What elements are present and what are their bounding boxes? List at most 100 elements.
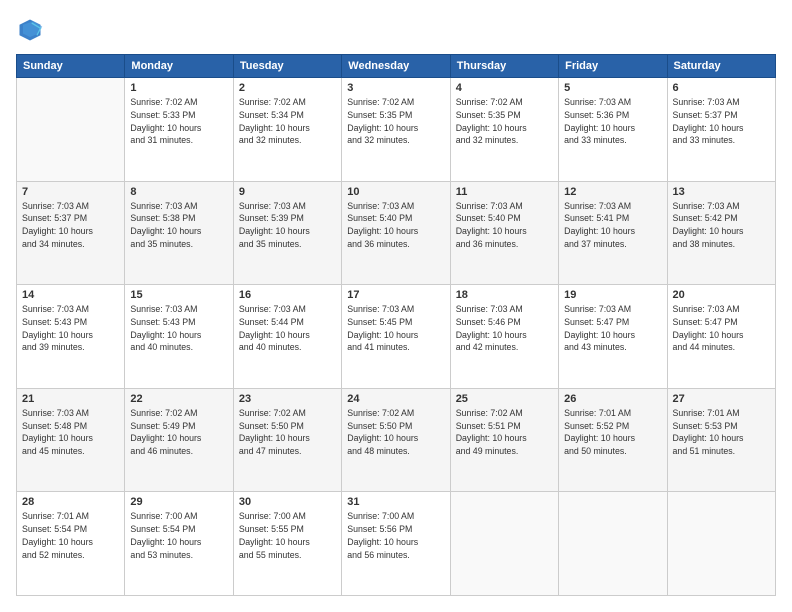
calendar-cell: 18 Sunrise: 7:03 AMSunset: 5:46 PMDayligh… (450, 285, 558, 389)
day-number: 7 (22, 186, 119, 198)
day-info: Sunrise: 7:03 AMSunset: 5:40 PMDaylight:… (456, 200, 553, 251)
weekday-header-saturday: Saturday (667, 55, 775, 78)
day-number: 2 (239, 82, 336, 94)
calendar-cell: 31 Sunrise: 7:00 AMSunset: 5:56 PMDayligh… (342, 492, 450, 596)
day-info: Sunrise: 7:00 AMSunset: 5:56 PMDaylight:… (347, 510, 444, 561)
calendar-cell: 9 Sunrise: 7:03 AMSunset: 5:39 PMDaylight… (233, 181, 341, 285)
calendar-cell: 28 Sunrise: 7:01 AMSunset: 5:54 PMDayligh… (17, 492, 125, 596)
day-info: Sunrise: 7:03 AMSunset: 5:41 PMDaylight:… (564, 200, 661, 251)
header (16, 16, 776, 44)
day-number: 4 (456, 82, 553, 94)
day-info: Sunrise: 7:03 AMSunset: 5:47 PMDaylight:… (564, 303, 661, 354)
day-info: Sunrise: 7:03 AMSunset: 5:43 PMDaylight:… (22, 303, 119, 354)
calendar-cell: 8 Sunrise: 7:03 AMSunset: 5:38 PMDaylight… (125, 181, 233, 285)
week-row-1: 1 Sunrise: 7:02 AMSunset: 5:33 PMDaylight… (17, 78, 776, 182)
day-number: 5 (564, 82, 661, 94)
day-number: 9 (239, 186, 336, 198)
day-info: Sunrise: 7:03 AMSunset: 5:43 PMDaylight:… (130, 303, 227, 354)
day-number: 24 (347, 393, 444, 405)
day-info: Sunrise: 7:02 AMSunset: 5:34 PMDaylight:… (239, 96, 336, 147)
day-info: Sunrise: 7:03 AMSunset: 5:37 PMDaylight:… (22, 200, 119, 251)
day-number: 17 (347, 289, 444, 301)
day-number: 3 (347, 82, 444, 94)
calendar-cell: 11Sunrise: 7:03 AMSunset: 5:40 PMDayligh… (450, 181, 558, 285)
day-info: Sunrise: 7:03 AMSunset: 5:42 PMDaylight:… (673, 200, 770, 251)
day-number: 23 (239, 393, 336, 405)
calendar-cell: 10Sunrise: 7:03 AMSunset: 5:40 PMDayligh… (342, 181, 450, 285)
calendar-cell: 26 Sunrise: 7:01 AMSunset: 5:52 PMDayligh… (559, 388, 667, 492)
calendar-cell: 12 Sunrise: 7:03 AMSunset: 5:41 PMDayligh… (559, 181, 667, 285)
calendar-cell: 4 Sunrise: 7:02 AMSunset: 5:35 PMDaylight… (450, 78, 558, 182)
calendar-cell: 13 Sunrise: 7:03 AMSunset: 5:42 PMDayligh… (667, 181, 775, 285)
calendar-cell (450, 492, 558, 596)
calendar-cell: 24 Sunrise: 7:02 AMSunset: 5:50 PMDayligh… (342, 388, 450, 492)
weekday-header-sunday: Sunday (17, 55, 125, 78)
weekday-header-thursday: Thursday (450, 55, 558, 78)
week-row-4: 21Sunrise: 7:03 AMSunset: 5:48 PMDayligh… (17, 388, 776, 492)
day-info: Sunrise: 7:02 AMSunset: 5:49 PMDaylight:… (130, 407, 227, 458)
logo (16, 16, 48, 44)
day-number: 8 (130, 186, 227, 198)
week-row-3: 14 Sunrise: 7:03 AMSunset: 5:43 PMDayligh… (17, 285, 776, 389)
calendar-cell: 7 Sunrise: 7:03 AMSunset: 5:37 PMDaylight… (17, 181, 125, 285)
day-info: Sunrise: 7:02 AMSunset: 5:35 PMDaylight:… (347, 96, 444, 147)
day-info: Sunrise: 7:01 AMSunset: 5:53 PMDaylight:… (673, 407, 770, 458)
calendar-cell: 27 Sunrise: 7:01 AMSunset: 5:53 PMDayligh… (667, 388, 775, 492)
day-number: 6 (673, 82, 770, 94)
weekday-header-friday: Friday (559, 55, 667, 78)
day-info: Sunrise: 7:02 AMSunset: 5:50 PMDaylight:… (347, 407, 444, 458)
day-number: 15 (130, 289, 227, 301)
day-number: 27 (673, 393, 770, 405)
weekday-header-monday: Monday (125, 55, 233, 78)
day-info: Sunrise: 7:01 AMSunset: 5:52 PMDaylight:… (564, 407, 661, 458)
day-info: Sunrise: 7:03 AMSunset: 5:45 PMDaylight:… (347, 303, 444, 354)
calendar-cell: 25 Sunrise: 7:02 AMSunset: 5:51 PMDayligh… (450, 388, 558, 492)
calendar-cell: 30Sunrise: 7:00 AMSunset: 5:55 PMDayligh… (233, 492, 341, 596)
calendar-cell: 6 Sunrise: 7:03 AMSunset: 5:37 PMDaylight… (667, 78, 775, 182)
calendar-cell: 19 Sunrise: 7:03 AMSunset: 5:47 PMDayligh… (559, 285, 667, 389)
weekday-header-wednesday: Wednesday (342, 55, 450, 78)
calendar: SundayMondayTuesdayWednesdayThursdayFrid… (16, 54, 776, 596)
day-number: 14 (22, 289, 119, 301)
calendar-cell (667, 492, 775, 596)
day-number: 28 (22, 496, 119, 508)
calendar-cell: 21Sunrise: 7:03 AMSunset: 5:48 PMDayligh… (17, 388, 125, 492)
week-row-5: 28 Sunrise: 7:01 AMSunset: 5:54 PMDayligh… (17, 492, 776, 596)
calendar-cell: 1 Sunrise: 7:02 AMSunset: 5:33 PMDaylight… (125, 78, 233, 182)
day-number: 12 (564, 186, 661, 198)
calendar-cell: 5Sunrise: 7:03 AMSunset: 5:36 PMDaylight… (559, 78, 667, 182)
calendar-cell: 23 Sunrise: 7:02 AMSunset: 5:50 PMDayligh… (233, 388, 341, 492)
day-number: 29 (130, 496, 227, 508)
day-info: Sunrise: 7:02 AMSunset: 5:35 PMDaylight:… (456, 96, 553, 147)
calendar-cell (17, 78, 125, 182)
calendar-cell: 14 Sunrise: 7:03 AMSunset: 5:43 PMDayligh… (17, 285, 125, 389)
day-number: 19 (564, 289, 661, 301)
day-number: 30 (239, 496, 336, 508)
day-info: Sunrise: 7:02 AMSunset: 5:50 PMDaylight:… (239, 407, 336, 458)
calendar-cell: 2 Sunrise: 7:02 AMSunset: 5:34 PMDaylight… (233, 78, 341, 182)
day-info: Sunrise: 7:03 AMSunset: 5:38 PMDaylight:… (130, 200, 227, 251)
day-info: Sunrise: 7:03 AMSunset: 5:46 PMDaylight:… (456, 303, 553, 354)
day-info: Sunrise: 7:02 AMSunset: 5:51 PMDaylight:… (456, 407, 553, 458)
calendar-cell: 15 Sunrise: 7:03 AMSunset: 5:43 PMDayligh… (125, 285, 233, 389)
calendar-cell: 3 Sunrise: 7:02 AMSunset: 5:35 PMDaylight… (342, 78, 450, 182)
day-info: Sunrise: 7:03 AMSunset: 5:44 PMDaylight:… (239, 303, 336, 354)
logo-icon (16, 16, 44, 44)
calendar-cell: 29 Sunrise: 7:00 AMSunset: 5:54 PMDayligh… (125, 492, 233, 596)
day-number: 1 (130, 82, 227, 94)
weekday-header-tuesday: Tuesday (233, 55, 341, 78)
day-number: 13 (673, 186, 770, 198)
day-info: Sunrise: 7:03 AMSunset: 5:37 PMDaylight:… (673, 96, 770, 147)
day-info: Sunrise: 7:02 AMSunset: 5:33 PMDaylight:… (130, 96, 227, 147)
day-info: Sunrise: 7:03 AMSunset: 5:47 PMDaylight:… (673, 303, 770, 354)
day-number: 26 (564, 393, 661, 405)
day-number: 18 (456, 289, 553, 301)
day-info: Sunrise: 7:00 AMSunset: 5:54 PMDaylight:… (130, 510, 227, 561)
day-info: Sunrise: 7:01 AMSunset: 5:54 PMDaylight:… (22, 510, 119, 561)
calendar-cell: 20Sunrise: 7:03 AMSunset: 5:47 PMDayligh… (667, 285, 775, 389)
day-info: Sunrise: 7:03 AMSunset: 5:40 PMDaylight:… (347, 200, 444, 251)
day-number: 31 (347, 496, 444, 508)
page: SundayMondayTuesdayWednesdayThursdayFrid… (0, 0, 792, 612)
day-info: Sunrise: 7:03 AMSunset: 5:39 PMDaylight:… (239, 200, 336, 251)
day-number: 25 (456, 393, 553, 405)
